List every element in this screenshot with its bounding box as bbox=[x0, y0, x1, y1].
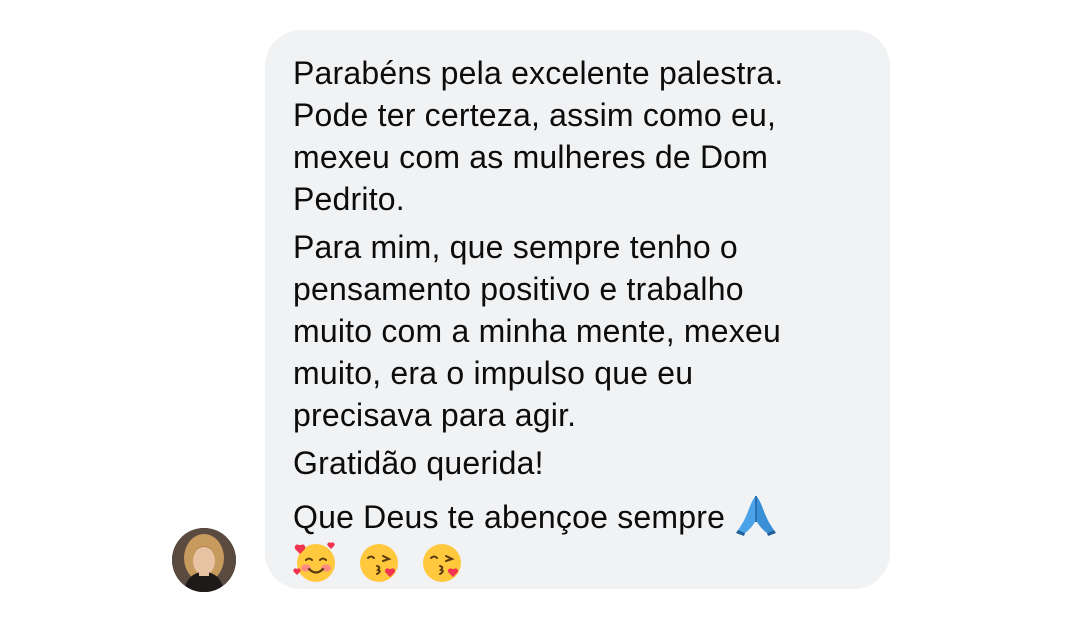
message-line: muito com a minha mente, mexeu bbox=[293, 313, 781, 349]
message-line: Pode ter certeza, assim como eu, bbox=[293, 97, 777, 133]
message-paragraph-4: Que Deus te abençoe sempre bbox=[293, 490, 862, 582]
message-row: Parabéns pela excelente palestra. Pode t… bbox=[0, 0, 1070, 624]
chat-screen: Parabéns pela excelente palestra. Pode t… bbox=[0, 0, 1070, 624]
message-line: Parabéns pela excelente palestra. bbox=[293, 55, 784, 91]
message-line: Gratidão querida! bbox=[293, 445, 544, 481]
face-blowing-kiss-icon bbox=[360, 543, 399, 582]
folded-hands-icon bbox=[736, 496, 777, 536]
message-line: Para mim, que sempre tenho o bbox=[293, 229, 738, 265]
avatar[interactable] bbox=[172, 528, 236, 592]
message-line: Que Deus te abençoe sempre bbox=[293, 499, 726, 535]
message-line: pensamento positivo e trabalho bbox=[293, 271, 744, 307]
message-paragraph-1: Parabéns pela excelente palestra. Pode t… bbox=[293, 52, 862, 220]
emoji-row bbox=[293, 538, 862, 582]
avatar-photo bbox=[172, 528, 236, 592]
message-line: Pedrito. bbox=[293, 181, 405, 217]
face-blowing-kiss-icon bbox=[423, 543, 462, 582]
message-paragraph-3: Gratidão querida! bbox=[293, 442, 862, 484]
message-paragraph-2: Para mim, que sempre tenho o pensamento … bbox=[293, 226, 862, 436]
message-bubble[interactable]: Parabéns pela excelente palestra. Pode t… bbox=[265, 30, 890, 589]
message-line: muito, era o impulso que eu bbox=[293, 355, 694, 391]
message-line-with-emoji: Que Deus te abençoe sempre bbox=[293, 490, 862, 538]
message-line: mexeu com as mulheres de Dom bbox=[293, 139, 769, 175]
smiling-face-with-hearts-icon bbox=[293, 541, 335, 582]
message-line: precisava para agir. bbox=[293, 397, 577, 433]
